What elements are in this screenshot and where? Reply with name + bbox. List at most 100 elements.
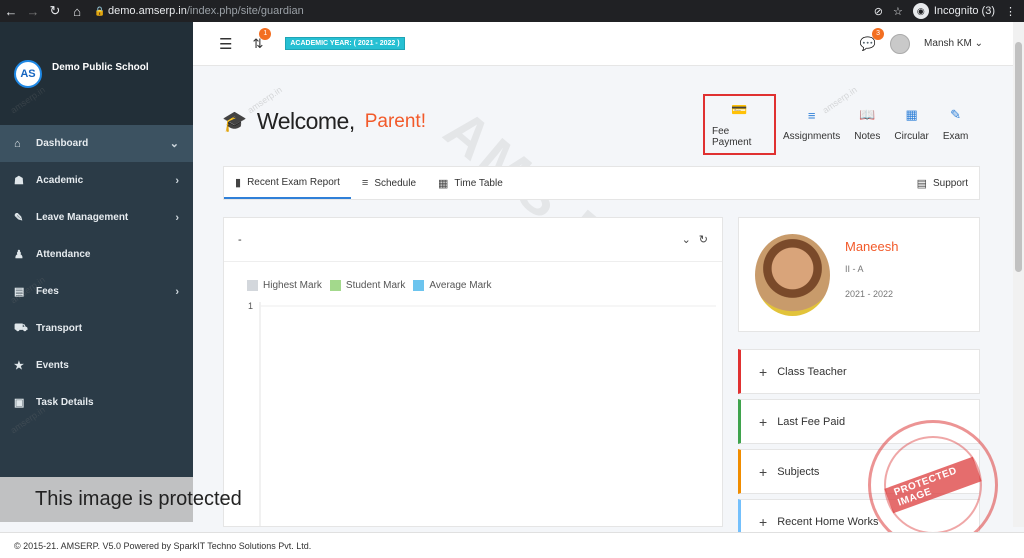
academic-year-badge[interactable]: ACADEMIC YEAR: ( 2021 - 2022 ) — [285, 37, 405, 50]
sidebar-item-academic[interactable]: ☗ Academic › — [0, 162, 193, 199]
quick-link-label: Circular — [894, 131, 929, 142]
fees-icon: ▤ — [14, 286, 25, 298]
support-label: Support — [932, 177, 968, 189]
stamp-label: PROTECTED IMAGE — [884, 456, 982, 514]
student-class: II - A — [845, 264, 864, 274]
sidebar-item-label: Attendance — [36, 249, 91, 260]
quick-link-exam[interactable]: ✎ Exam — [936, 94, 976, 155]
tab-time-table[interactable]: ▦ Time Table — [427, 167, 514, 199]
sidebar-header: AS Demo Public School — [0, 22, 193, 125]
refresh-icon[interactable]: ↻ — [699, 233, 708, 246]
scrollbar[interactable] — [1013, 22, 1024, 527]
legend-item-average-mark[interactable]: Average Mark — [413, 280, 491, 291]
forward-icon[interactable]: → — [22, 0, 44, 22]
exam-report-tools: ⌄ ↻ — [682, 233, 708, 246]
sidebar-item-leave-management[interactable]: ✎ Leave Management › — [0, 199, 193, 236]
sidebar-item-task-details[interactable]: ▣ Task Details — [0, 384, 193, 421]
quick-link-notes[interactable]: 📖 Notes — [847, 94, 887, 155]
tab-recent-exam-report[interactable]: ▮ Recent Exam Report — [224, 167, 351, 199]
dashboard-tabs: ▮ Recent Exam Report ≡ Schedule ▦ Time Table ▤… — [223, 166, 980, 200]
protected-stamp: PROTECTED IMAGE — [868, 420, 998, 550]
exam-report-header: - ⌄ ↻ — [224, 218, 722, 262]
eye-off-icon[interactable]: ⊘ — [874, 5, 883, 18]
plus-icon: + — [759, 363, 768, 380]
sidebar: AS Demo Public School ⌂ Dashboard ⌄ ☗ Academ… — [0, 22, 193, 477]
exam-report-title: - — [238, 233, 242, 246]
quick-link-circular[interactable]: ▦ Circular — [887, 94, 935, 155]
chart-y-tick-label: 1 — [248, 301, 253, 311]
browser-actions: ⊘ ☆ ◉ Incognito (3) ⋮ — [874, 3, 1024, 19]
accordion-label: Class Teacher — [777, 365, 847, 378]
incognito-icon: ◉ — [912, 3, 929, 19]
legend-swatch — [413, 280, 425, 291]
accordion-class-teacher[interactable]: + Class Teacher — [738, 349, 980, 394]
accordion-label: Last Fee Paid — [777, 415, 846, 428]
time-table-icon: ▦ — [438, 177, 449, 190]
legend-item-student-mark[interactable]: Student Mark — [329, 280, 406, 291]
back-icon[interactable]: ← — [0, 0, 22, 22]
transport-icon: ⛟ — [14, 321, 28, 334]
sidebar-item-label: Leave Management — [36, 212, 129, 223]
scrollbar-thumb[interactable] — [1015, 42, 1022, 272]
support-icon: ▤ — [916, 177, 927, 190]
plus-icon: + — [759, 513, 768, 530]
quick-link-fee-payment[interactable]: 💳 Fee Payment — [703, 94, 776, 155]
plus-icon: + — [759, 413, 768, 430]
leave-management-icon: ✎ — [14, 212, 24, 224]
accordion-label: Recent Home Works — [777, 515, 879, 528]
lock-icon: 🔒 — [94, 5, 106, 16]
address-bar[interactable]: 🔒 demo.amserp.in /index.php/site/guardia… — [94, 2, 824, 20]
sidebar-item-label: Fees — [36, 286, 59, 297]
legend-item-highest-mark[interactable]: Highest Mark — [247, 280, 322, 291]
circular-icon: ▦ — [905, 107, 918, 122]
sidebar-item-attendance[interactable]: ♟ Attendance — [0, 236, 193, 273]
exam-icon: ✎ — [950, 107, 962, 122]
plus-icon: + — [759, 463, 768, 480]
academic-icon: ☗ — [14, 175, 24, 187]
support-button[interactable]: ▤ Support — [906, 167, 979, 199]
sidebar-item-dashboard[interactable]: ⌂ Dashboard ⌄ — [0, 125, 193, 162]
tab-label: Schedule — [374, 177, 417, 189]
chat-badge: 3 — [872, 27, 885, 40]
task-details-icon: ▣ — [14, 397, 25, 409]
schedule-icon: ≡ — [361, 177, 369, 189]
quick-link-assignments[interactable]: ≡ Assignments — [776, 94, 847, 155]
sidebar-item-label: Transport — [36, 323, 83, 334]
user-menu[interactable]: Mansh KM ⌄ — [924, 38, 983, 49]
quick-link-label: Assignments — [783, 130, 841, 142]
legend-swatch — [329, 280, 341, 291]
reload-icon[interactable]: ↻ — [44, 0, 66, 22]
sidebar-item-label: Task Details — [36, 397, 94, 408]
student-year: 2021 - 2022 — [845, 289, 894, 299]
sidebar-menu: ⌂ Dashboard ⌄ ☗ Academic › ✎ Leave Management › ♟… — [0, 125, 193, 421]
swap-icon[interactable]: ⇅ 1 — [252, 27, 272, 52]
stamp-inner-ring: PROTECTED IMAGE — [884, 436, 982, 534]
chevron-icon: › — [175, 211, 179, 224]
avatar[interactable] — [890, 33, 911, 54]
school-logo[interactable]: AS — [14, 59, 42, 88]
tab-label: Recent Exam Report — [247, 176, 340, 188]
sidebar-item-label: Events — [36, 360, 69, 371]
home-icon[interactable]: ⌂ — [66, 0, 88, 22]
legend-label: Student Mark — [345, 280, 406, 291]
chart-legend: Highest Mark Student Mark Average Mark — [247, 280, 491, 291]
student-name[interactable]: Maneesh — [845, 239, 898, 254]
chevron-icon: › — [175, 174, 179, 187]
school-name: Demo Public School — [52, 62, 149, 73]
graduation-cap-icon: 🎓 — [222, 111, 247, 133]
notes-icon: 📖 — [859, 107, 876, 122]
incognito-label: Incognito (3) — [933, 5, 995, 17]
dashboard-icon: ⌂ — [14, 137, 21, 150]
chat-icon[interactable]: 💬 3 — [860, 27, 885, 52]
sidebar-item-transport[interactable]: ⛟ Transport — [0, 310, 193, 347]
sidebar-item-fees[interactable]: ▤ Fees › — [0, 273, 193, 310]
footer-text: © 2015-21. AMSERP. V5.0 Powered by Spark… — [14, 540, 312, 551]
user-area: 💬 3 Mansh KM ⌄ — [860, 27, 1013, 54]
hamburger-icon[interactable]: ☰ — [219, 35, 232, 53]
star-icon[interactable]: ☆ — [893, 5, 903, 18]
sidebar-item-events[interactable]: ★ Events — [0, 347, 193, 384]
incognito-badge[interactable]: ◉ Incognito (3) — [912, 3, 995, 19]
menu-icon[interactable]: ⋮ — [1005, 5, 1016, 18]
chevron-down-icon[interactable]: ⌄ — [682, 233, 691, 246]
tab-schedule[interactable]: ≡ Schedule — [351, 167, 427, 199]
